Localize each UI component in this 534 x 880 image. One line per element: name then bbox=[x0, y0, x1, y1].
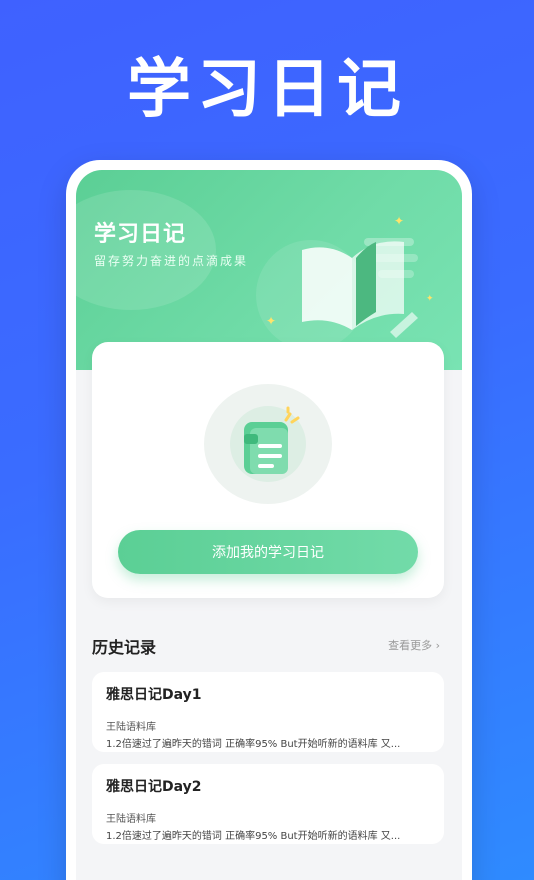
entry-title: 雅思日记Day2 bbox=[106, 779, 202, 795]
sparkle-icon: ✦ bbox=[426, 294, 434, 304]
phone-frame: 学习日记 留存努力奋进的点滴成果 ✦ ✦ ✦ 添加我的学习日记 历史记录 查看更… bbox=[66, 160, 472, 880]
add-diary-button[interactable]: 添加我的学习日记 bbox=[118, 530, 418, 574]
entry-source: 王陆语料库 bbox=[106, 722, 156, 733]
diary-entry-card[interactable]: 雅思日记Day2 王陆语料库 1.2倍速过了遍昨天的错词 正确率95% But开… bbox=[92, 764, 444, 844]
banner-title: 学习日记 bbox=[94, 222, 187, 247]
notebook-icon bbox=[230, 406, 306, 482]
header-banner: 学习日记 留存努力奋进的点滴成果 ✦ ✦ ✦ bbox=[76, 170, 462, 370]
view-more-link[interactable]: 查看更多 › bbox=[388, 637, 440, 653]
add-diary-card: 添加我的学习日记 bbox=[92, 342, 444, 598]
app-screen: 学习日记 留存努力奋进的点滴成果 ✦ ✦ ✦ 添加我的学习日记 历史记录 查看更… bbox=[76, 170, 462, 880]
diary-entry-card[interactable]: 雅思日记Day1 王陆语料库 1.2倍速过了遍昨天的错词 正确率95% But开… bbox=[92, 672, 444, 752]
sparkle-icon: ✦ bbox=[394, 214, 405, 228]
entry-text: 1.2倍速过了遍昨天的错词 正确率95% But开始听新的语料库 又... bbox=[106, 739, 401, 750]
entry-text: 1.2倍速过了遍昨天的错词 正确率95% But开始听新的语料库 又... bbox=[106, 831, 401, 842]
notebook-icon-bg bbox=[204, 384, 332, 504]
banner-subtitle: 留存努力奋进的点滴成果 bbox=[94, 254, 249, 268]
sparkle-icon: ✦ bbox=[266, 314, 277, 328]
book-icon bbox=[302, 238, 418, 338]
history-title: 历史记录 bbox=[92, 638, 157, 657]
hero-title: 学习日记 bbox=[127, 53, 407, 127]
decor-circle bbox=[76, 190, 216, 310]
entry-source: 王陆语料库 bbox=[106, 814, 156, 825]
entry-title: 雅思日记Day1 bbox=[106, 687, 202, 703]
